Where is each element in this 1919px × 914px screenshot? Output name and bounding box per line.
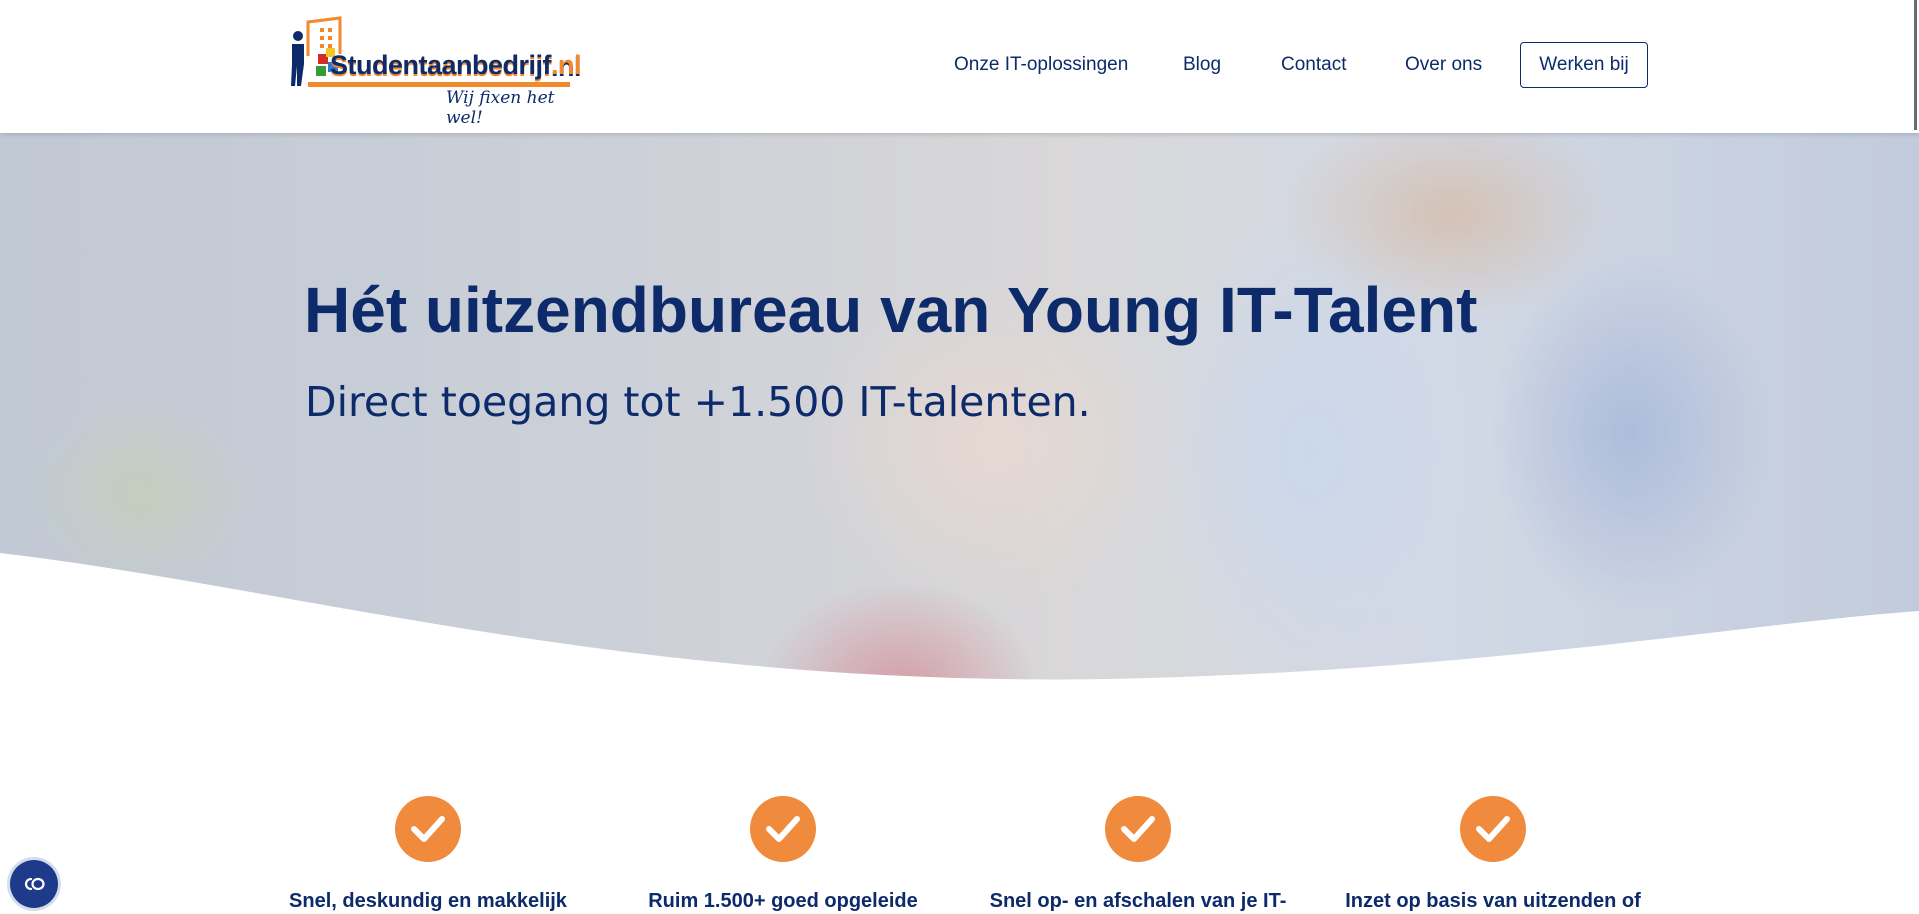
accessibility-button[interactable] — [10, 860, 58, 908]
main-nav: Onze IT-oplossingen Blog Contact Over on… — [0, 42, 1919, 92]
check-icon — [395, 796, 461, 862]
nav-onze-it-oplossingen[interactable]: Onze IT-oplossingen — [954, 54, 1128, 76]
hero-title: Hét uitzendbureau van Young IT-Talent — [304, 274, 1478, 346]
feature-item: Inzet op basis van uitzenden of — [1333, 796, 1653, 914]
hero-section: Hét uitzendbureau van Young IT-Talent Di… — [0, 133, 1919, 683]
check-icon — [1105, 796, 1171, 862]
werken-bij-button[interactable]: Werken bij — [1520, 42, 1648, 88]
site-header: Studentaanbedrijf.nl Wij fixen het wel! … — [0, 0, 1919, 133]
hero-subtitle: Direct toegang tot +1.500 IT-talenten. — [305, 378, 1091, 426]
check-icon — [1460, 796, 1526, 862]
feature-label: Snel op- en afschalen van je IT- — [989, 890, 1287, 912]
scrollbar[interactable] — [1914, 0, 1917, 130]
feature-label: Ruim 1.500+ goed opgeleide — [648, 890, 918, 912]
feature-label: Inzet op basis van uitzenden of — [1345, 890, 1641, 912]
check-icon — [750, 796, 816, 862]
nav-contact[interactable]: Contact — [1281, 54, 1346, 76]
feature-label: Snel, deskundig en makkelijk — [289, 890, 567, 912]
logo-tagline: Wij fixen het wel! — [446, 88, 555, 128]
feature-item: Snel, deskundig en makkelijk — [268, 796, 588, 914]
nav-over-ons[interactable]: Over ons — [1405, 54, 1482, 76]
accessibility-icon — [24, 877, 45, 891]
feature-item: Snel op- en afschalen van je IT- — [978, 796, 1298, 914]
feature-item: Ruim 1.500+ goed opgeleide — [623, 796, 943, 914]
usp-features: Snel, deskundig en makkelijk Ruim 1.500+… — [0, 780, 1919, 914]
nav-blog[interactable]: Blog — [1183, 54, 1221, 76]
